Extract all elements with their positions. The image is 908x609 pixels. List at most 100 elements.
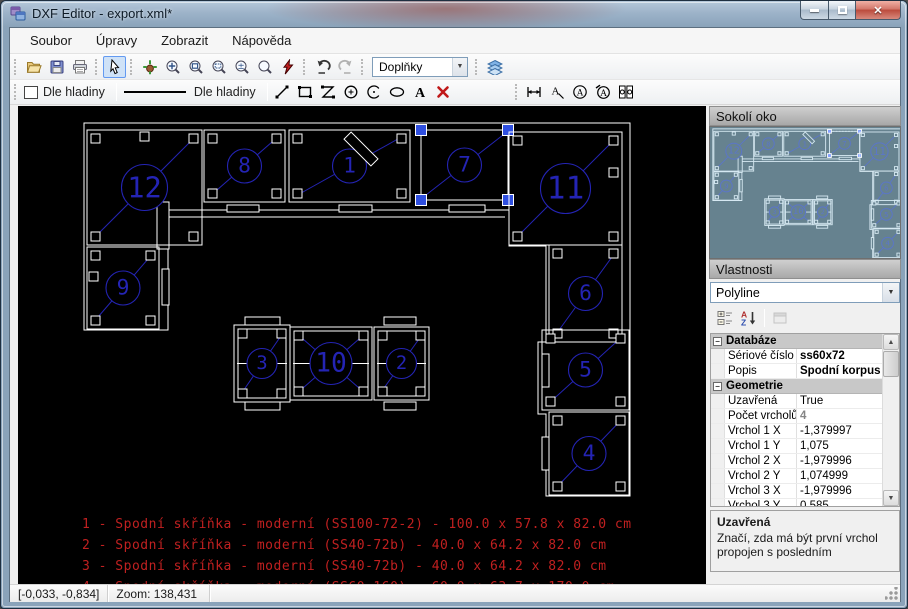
property-description-title: Uzavřená bbox=[717, 515, 893, 529]
collapse-icon[interactable]: − bbox=[713, 382, 722, 391]
property-value[interactable]: 0,585 bbox=[797, 499, 883, 507]
categorized-view-button[interactable] bbox=[713, 307, 737, 329]
text-tool-button[interactable]: A bbox=[409, 81, 432, 103]
property-value[interactable]: -1,979996 bbox=[797, 484, 883, 498]
property-category-row[interactable]: −Databáze bbox=[711, 334, 883, 349]
chevron-down-icon[interactable]: ▼ bbox=[452, 58, 467, 76]
svg-text:4: 4 bbox=[885, 239, 890, 248]
property-value[interactable]: 1,075 bbox=[797, 439, 883, 453]
linetype-by-layer-sample[interactable] bbox=[124, 91, 186, 93]
dim-circle-a2-icon: A bbox=[595, 84, 611, 100]
regen-button[interactable] bbox=[276, 56, 299, 78]
zoom-icon bbox=[257, 59, 273, 75]
dimension-linear-button[interactable] bbox=[523, 81, 546, 103]
select-tool-button[interactable] bbox=[103, 56, 126, 78]
scroll-down-icon[interactable]: ▼ bbox=[883, 490, 899, 506]
dim-circle-a-icon: A bbox=[572, 84, 588, 100]
property-grid[interactable]: −DatabázeSériové čísloss60x72PopisSpodní… bbox=[710, 333, 900, 507]
dimension-circle-button[interactable]: A bbox=[569, 81, 592, 103]
toolbar-separator bbox=[116, 83, 117, 101]
chevron-down-icon[interactable]: ▼ bbox=[882, 283, 899, 302]
layers-button[interactable] bbox=[483, 56, 506, 78]
menu-item-upravy[interactable]: Úpravy bbox=[84, 29, 149, 52]
polyline-tool-button[interactable] bbox=[317, 81, 340, 103]
property-row[interactable]: PopisSpodní korpus bbox=[711, 364, 883, 379]
zoom-extents-icon bbox=[211, 59, 227, 75]
svg-text:12: 12 bbox=[728, 146, 740, 157]
property-category-row[interactable]: −Geometrie bbox=[711, 379, 883, 394]
menu-item-napoveda[interactable]: Nápověda bbox=[220, 29, 303, 52]
property-row[interactable]: Počet vrcholů4 bbox=[711, 409, 883, 424]
dimension-circle-alt-button[interactable]: A bbox=[592, 81, 615, 103]
toolbar-grip bbox=[515, 84, 520, 100]
maximize-button[interactable] bbox=[829, 1, 856, 20]
property-row[interactable]: Vrchol 1 X-1,379997 bbox=[711, 424, 883, 439]
property-value[interactable]: -1,979996 bbox=[797, 454, 883, 468]
property-grid-scrollbar[interactable]: ▲ ▼ bbox=[882, 334, 899, 506]
zoom-inout-button[interactable]: ± bbox=[230, 56, 253, 78]
linetype-by-layer-label: Dle hladiny bbox=[194, 85, 256, 99]
menu-item-zobrazit[interactable]: Zobrazit bbox=[149, 29, 220, 52]
drawing-canvas[interactable]: 128171196543102 1 - Spodní skříňka - mod… bbox=[18, 106, 706, 585]
svg-text:4: 4 bbox=[583, 441, 596, 466]
app-icon bbox=[10, 6, 26, 22]
property-row[interactable]: UzavřenáTrue bbox=[711, 394, 883, 409]
property-value[interactable]: 4 bbox=[797, 409, 883, 423]
property-value[interactable]: ss60x72 bbox=[797, 349, 883, 363]
menu-item-soubor[interactable]: Soubor bbox=[18, 29, 84, 52]
scrollbar-thumb[interactable] bbox=[883, 351, 899, 377]
scroll-up-icon[interactable]: ▲ bbox=[883, 334, 899, 350]
color-by-layer-swatch[interactable] bbox=[24, 86, 38, 99]
arc-tool-button[interactable] bbox=[363, 81, 386, 103]
property-value[interactable]: Spodní korpus bbox=[797, 364, 883, 378]
property-value[interactable]: 1,074999 bbox=[797, 469, 883, 483]
minimize-button[interactable] bbox=[800, 1, 829, 20]
zoom-button[interactable] bbox=[253, 56, 276, 78]
close-button[interactable]: ✕ bbox=[856, 1, 901, 20]
svg-text:2: 2 bbox=[396, 353, 407, 374]
resize-grip[interactable] bbox=[885, 587, 898, 600]
row-margin bbox=[711, 364, 725, 378]
property-row[interactable]: Vrchol 3 Y0,585 bbox=[711, 499, 883, 507]
svg-text:2: 2 bbox=[821, 208, 825, 216]
svg-text:12: 12 bbox=[127, 171, 162, 205]
svg-text:9: 9 bbox=[117, 276, 130, 301]
zoom-window-icon bbox=[188, 59, 204, 75]
addons-dropdown[interactable]: Doplňky▼ bbox=[372, 57, 468, 77]
ellipse-tool-button[interactable] bbox=[386, 81, 409, 103]
toolbar-grip bbox=[130, 59, 135, 75]
save-button[interactable] bbox=[45, 56, 68, 78]
zoom-extents-button[interactable] bbox=[207, 56, 230, 78]
title-bar[interactable]: DXF Editor - export.xml* ✕ bbox=[1, 1, 908, 27]
print-button[interactable] bbox=[68, 56, 91, 78]
undo-button[interactable] bbox=[311, 56, 334, 78]
open-button[interactable] bbox=[22, 56, 45, 78]
object-type-dropdown[interactable]: Polyline ▼ bbox=[710, 282, 900, 303]
circle-tool-button[interactable] bbox=[340, 81, 363, 103]
rectangle-tool-button[interactable] bbox=[294, 81, 317, 103]
overview-minimap[interactable]: 128171196543102 bbox=[709, 126, 901, 259]
property-value[interactable]: True bbox=[797, 394, 883, 408]
redo-button[interactable] bbox=[334, 56, 357, 78]
line-tool-button[interactable] bbox=[271, 81, 294, 103]
property-row[interactable]: Sériové čísloss60x72 bbox=[711, 349, 883, 364]
rect-tool-icon bbox=[297, 84, 313, 100]
property-row[interactable]: Vrchol 2 Y1,074999 bbox=[711, 469, 883, 484]
collapse-icon[interactable]: − bbox=[713, 337, 722, 346]
property-row[interactable]: Vrchol 2 X-1,979996 bbox=[711, 454, 883, 469]
zoom-pan-icon bbox=[165, 59, 181, 75]
zoom-window-button[interactable] bbox=[184, 56, 207, 78]
property-value[interactable]: -1,379997 bbox=[797, 424, 883, 438]
app-window: DXF Editor - export.xml* ✕ SouborÚpravyZ… bbox=[0, 0, 908, 609]
property-row[interactable]: Vrchol 3 X-1,979996 bbox=[711, 484, 883, 499]
zoom-pan-button[interactable] bbox=[161, 56, 184, 78]
property-row[interactable]: Vrchol 1 Y1,075 bbox=[711, 439, 883, 454]
mirror-button[interactable] bbox=[615, 81, 638, 103]
alphabetical-sort-button[interactable]: AZ bbox=[737, 307, 761, 329]
dimension-text-button[interactable]: A bbox=[546, 81, 569, 103]
overview-panel-header: Sokolí oko bbox=[709, 106, 901, 126]
line-tool-icon bbox=[274, 84, 290, 100]
pan-button[interactable] bbox=[138, 56, 161, 78]
dim-linear-icon bbox=[526, 84, 542, 100]
delete-button[interactable] bbox=[432, 81, 455, 103]
